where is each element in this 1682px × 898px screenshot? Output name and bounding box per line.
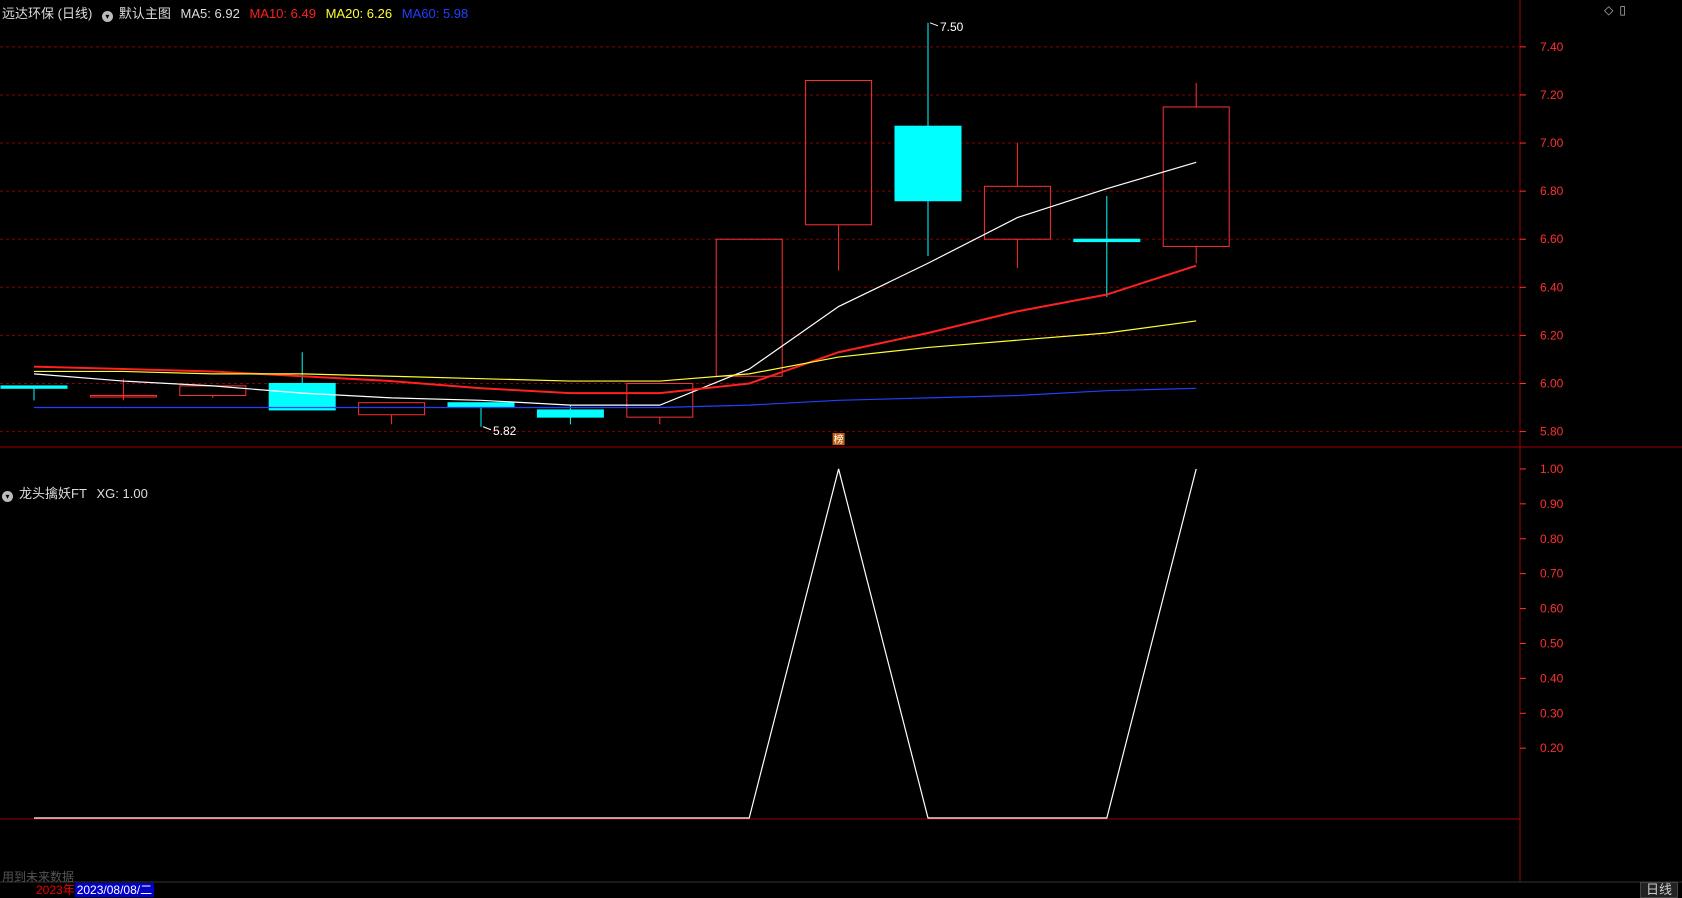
main-chart-header: 远达环保 (日线) ▾ 默认主图 MA5: 6.92 MA10: 6.49 MA2… (2, 3, 474, 22)
down-candle (0, 385, 68, 401)
ma10-legend: MA10: 6.49 (249, 6, 316, 21)
up-candle (1162, 82, 1230, 264)
indicator-tick-label: 0.20 (1540, 741, 1564, 755)
xg-legend: XG: 1.00 (96, 486, 148, 501)
candle-body (894, 125, 962, 202)
window-controls: ◇ ▯ (1598, 3, 1626, 17)
indicator-name[interactable]: 龙头擒妖FT (19, 486, 87, 501)
up-candle (983, 143, 1051, 269)
indicator-tick-label: 0.50 (1540, 636, 1564, 650)
candle-body (268, 382, 336, 411)
indicator-tick-label: 0.90 (1540, 497, 1564, 511)
stock-name: 远达环保 (日线) (2, 6, 93, 21)
main-tick-label: 6.20 (1540, 328, 1564, 342)
down-candle (1073, 195, 1141, 297)
candle-body (626, 382, 694, 418)
current-date: 2023/08/08/二 (74, 883, 155, 897)
indicator-tick-label: 0.30 (1540, 706, 1564, 720)
down-candle (894, 22, 962, 257)
template-dropdown-icon[interactable]: ▾ (101, 11, 113, 22)
main-tick-label: 6.80 (1540, 184, 1564, 198)
ma5-legend: MA5: 6.92 (180, 6, 240, 21)
candle-body (358, 402, 426, 416)
indicator-dropdown-icon[interactable]: ▾ (2, 491, 13, 502)
date-bar: 2023年 2023/08/08/二 (0, 883, 155, 897)
up-candle (358, 402, 426, 425)
candle-body (536, 409, 604, 418)
restore-icon[interactable]: ▯ (1619, 3, 1626, 17)
indicator-tick-label: 0.80 (1540, 532, 1564, 546)
down-candle (268, 352, 336, 411)
xg-line (34, 468, 1197, 819)
ranking-badge-label: 榜 (834, 433, 844, 446)
up-candle (715, 238, 783, 377)
up-candle (805, 80, 873, 271)
candle-body (1073, 238, 1141, 243)
main-tick-label: 6.40 (1540, 280, 1564, 294)
main-tick-label: 7.00 (1540, 136, 1564, 150)
candle-body (805, 80, 873, 226)
price-marker-label: 7.50 (940, 20, 964, 34)
main-tick-label: 5.80 (1540, 425, 1564, 439)
main-tick-label: 6.60 (1540, 232, 1564, 246)
indicator-tick-label: 0.60 (1540, 602, 1564, 616)
candle-body (1162, 106, 1230, 247)
chart-canvas[interactable]: 7.40 7.20 7.00 6.80 6.60 6.40 6.20 6.00 5.80 1.00… (0, 0, 1682, 897)
price-marker-label: 5.82 (493, 424, 517, 438)
main-tick-label: 6.00 (1540, 376, 1564, 390)
candle-body (983, 185, 1051, 240)
main-tick-label: 7.20 (1540, 88, 1564, 102)
price-marker-arrow (482, 426, 492, 431)
ma5-line (33, 161, 1197, 406)
price-marker-arrow (929, 22, 939, 27)
indicator-tick-label: 1.00 (1540, 462, 1564, 476)
ma20-legend: MA20: 6.26 (325, 6, 393, 21)
indicator-header: ▾ 龙头擒妖FT XG: 1.00 (2, 483, 154, 502)
indicator-tick-label: 0.40 (1540, 671, 1564, 685)
date-year: 2023年 (36, 883, 75, 897)
indicator-tick-label: 0.70 (1540, 567, 1564, 581)
candle-body (715, 238, 783, 377)
candle-body (447, 402, 515, 409)
main-tick-label: 7.40 (1540, 40, 1564, 54)
period-button[interactable]: 日线 (1639, 882, 1678, 898)
candle-body (0, 385, 68, 389)
ma60-legend: MA60: 5.98 (401, 6, 469, 21)
diamond-icon[interactable]: ◇ (1604, 3, 1613, 17)
template-label[interactable]: 默认主图 (119, 6, 171, 21)
